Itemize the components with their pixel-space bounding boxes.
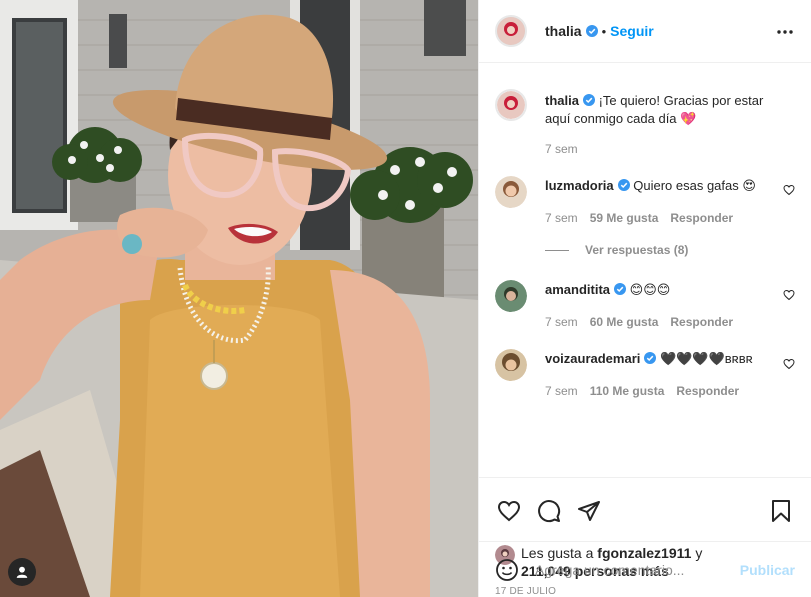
comment-button[interactable] xyxy=(529,491,569,531)
post-actions-bar xyxy=(479,477,811,544)
comment-text: Quiero esas gafas 😍 xyxy=(633,178,756,193)
comments-list: thalia ¡Te quiero! Gracias por estar aqu… xyxy=(479,63,811,477)
comment-item: amanditita 😊😊😊 7 sem 60 Me gusta Respond… xyxy=(495,280,795,329)
replies-line xyxy=(545,249,569,251)
comment-likes[interactable]: 110 Me gusta xyxy=(590,384,665,398)
post-header: thalia • Seguir xyxy=(479,0,811,63)
commenter-avatar[interactable] xyxy=(495,176,527,208)
commenter-username[interactable]: voizaurademari xyxy=(545,351,640,366)
caption-time[interactable]: 7 sem xyxy=(545,142,578,156)
comment-item: luzmadoria Quiero esas gafas 😍 7 sem 59 … xyxy=(495,176,795,225)
like-comment-heart-icon[interactable] xyxy=(783,289,795,301)
caption-username[interactable]: thalia xyxy=(545,93,579,108)
comment-text: 😊😊😊 xyxy=(629,282,671,297)
post-sidebar: thalia • Seguir thalia ¡Te quiero! Graci… xyxy=(478,0,811,597)
separator-dot: • xyxy=(601,23,607,39)
reply-button[interactable]: Responder xyxy=(670,211,733,225)
commenter-username[interactable]: luzmadoria xyxy=(545,178,614,193)
caption: thalia ¡Te quiero! Gracias por estar aqu… xyxy=(495,89,795,156)
heart-icon xyxy=(497,500,521,522)
reply-button[interactable]: Responder xyxy=(670,315,733,329)
like-comment-heart-icon[interactable] xyxy=(783,358,795,370)
like-button[interactable] xyxy=(489,491,529,531)
caption-avatar[interactable] xyxy=(495,89,527,121)
instagram-post-window: thalia • Seguir thalia ¡Te quiero! Graci… xyxy=(0,0,811,597)
comment-time[interactable]: 7 sem xyxy=(545,384,578,398)
share-icon xyxy=(578,501,600,521)
comment-input[interactable] xyxy=(535,561,740,578)
share-button[interactable] xyxy=(569,491,609,531)
bookmark-icon xyxy=(772,500,790,522)
commenter-avatar[interactable] xyxy=(495,349,527,381)
publish-button[interactable]: Publicar xyxy=(740,562,795,578)
more-options-icon[interactable] xyxy=(775,22,795,42)
verified-badge-icon xyxy=(644,352,657,364)
post-photo[interactable] xyxy=(0,0,478,597)
comment-composer: Publicar xyxy=(479,541,811,597)
verified-badge-icon xyxy=(614,283,627,295)
verified-badge-icon xyxy=(585,25,598,37)
commenter-avatar[interactable] xyxy=(495,280,527,312)
verified-badge-icon xyxy=(582,94,595,106)
author-avatar[interactable] xyxy=(495,15,527,47)
commenter-username[interactable]: amanditita xyxy=(545,282,610,297)
view-replies-label[interactable]: Ver respuestas (8) xyxy=(585,243,688,257)
follow-button[interactable]: Seguir xyxy=(610,23,654,39)
photo-scene xyxy=(0,0,478,597)
comment-time[interactable]: 7 sem xyxy=(545,315,578,329)
verified-badge-icon xyxy=(617,179,630,191)
comment-text: 🖤🖤🖤🖤ʙʀʙʀ xyxy=(660,351,753,366)
like-comment-heart-icon[interactable] xyxy=(783,184,795,196)
comment-icon xyxy=(538,500,561,523)
save-button[interactable] xyxy=(761,491,801,531)
user-tag-button[interactable] xyxy=(8,558,36,586)
comment-likes[interactable]: 60 Me gusta xyxy=(590,315,659,329)
comment-item: voizaurademari 🖤🖤🖤🖤ʙʀʙʀ 7 sem 110 Me gus… xyxy=(495,349,795,398)
view-replies-button[interactable]: Ver respuestas (8) xyxy=(545,243,795,257)
emoji-icon[interactable] xyxy=(495,558,519,582)
user-tag-icon xyxy=(16,566,28,578)
comment-likes[interactable]: 59 Me gusta xyxy=(590,211,659,225)
comment-time[interactable]: 7 sem xyxy=(545,211,578,225)
author-username[interactable]: thalia xyxy=(545,23,582,39)
reply-button[interactable]: Responder xyxy=(676,384,739,398)
